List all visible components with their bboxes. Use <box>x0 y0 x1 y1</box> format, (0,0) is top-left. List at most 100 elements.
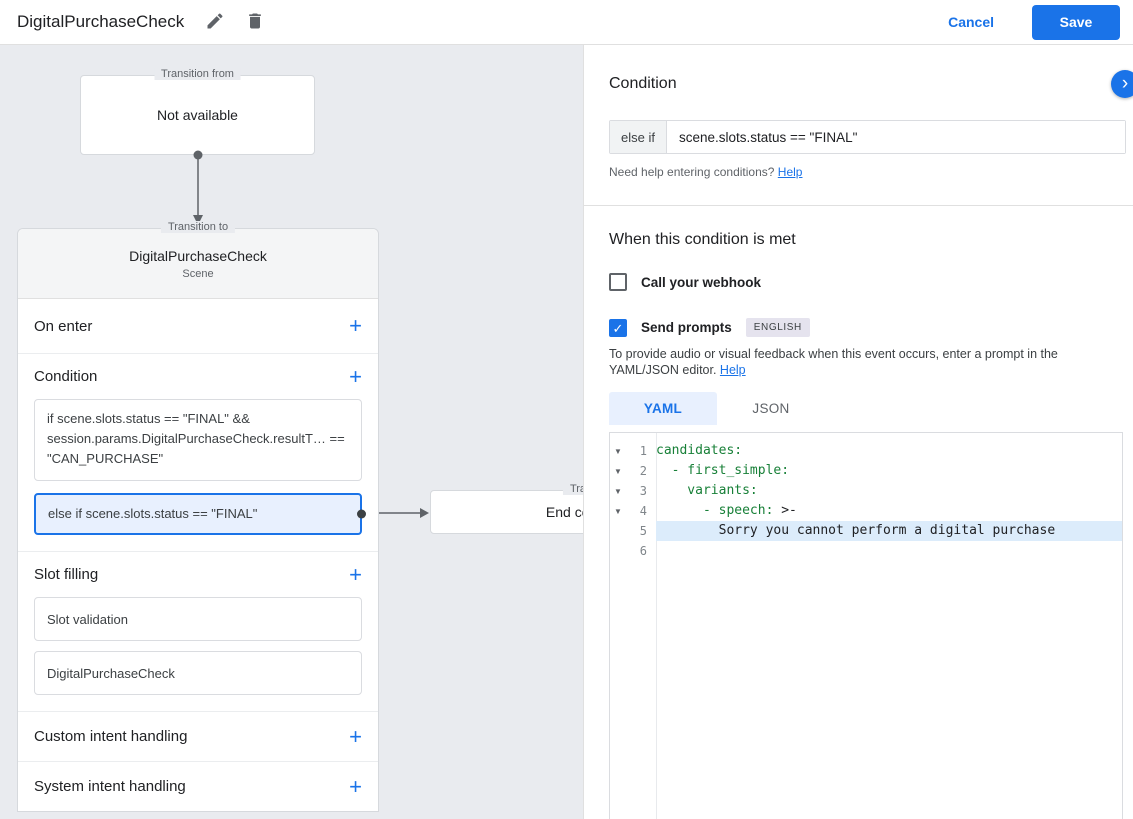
line-number: 2 <box>639 464 647 478</box>
webhook-row: Call your webhook <box>609 273 761 291</box>
slot-item-validation-text: Slot validation <box>47 611 128 627</box>
gutter-3: ▼ 3 <box>610 481 656 501</box>
node-transition-from-badge: Transition from <box>154 68 241 80</box>
slot-item-digitalpurchasecheck-text: DigitalPurchaseCheck <box>47 665 175 681</box>
scene-subtitle: Scene <box>182 267 214 280</box>
gutter-5: 5 <box>610 521 656 541</box>
condition-prefix-chip: else if <box>610 121 667 153</box>
scene-header: Transition to DigitalPurchaseCheck Scene <box>18 221 378 299</box>
node-end-conversation[interactable]: Transition to End conversation <box>430 483 583 534</box>
scene-transition-badge: Transition to <box>160 221 236 233</box>
page-title: DigitalPurchaseCheck <box>17 12 185 31</box>
condition-detail-panel: Condition › else if Need help entering c… <box>583 45 1133 819</box>
prompts-hint-help-link[interactable]: Help <box>720 363 746 377</box>
scene-title: DigitalPurchaseCheck <box>129 247 267 264</box>
code-text-2[interactable]: - first_simple: <box>656 461 1122 481</box>
section-on-enter[interactable]: On enter + <box>18 299 378 353</box>
send-prompts-label: Send prompts <box>641 320 732 335</box>
check-icon: ✓ <box>612 320 624 336</box>
node-end-title: End conversation <box>545 504 583 520</box>
condition-expression-input[interactable] <box>666 121 1125 153</box>
slot-filling-label: Slot filling <box>34 566 99 583</box>
condition-expression-row: else if <box>609 120 1126 154</box>
connector-port-dot[interactable] <box>357 509 366 519</box>
code-line-2: ▼ 2 - first_simple: <box>610 461 1122 481</box>
yaml-code-editor: ▼ 1 candidates: ▼ 2 - first_simple: ▼ 3 … <box>609 432 1123 819</box>
slot-item-validation[interactable]: Slot validation <box>34 597 362 641</box>
gutter-1: ▼ 1 <box>610 441 656 461</box>
gutter-2: ▼ 2 <box>610 461 656 481</box>
chevron-right-icon: › <box>1121 73 1129 94</box>
scene-card: Transition to DigitalPurchaseCheck Scene… <box>17 221 379 812</box>
add-custom-intent-button[interactable]: + <box>349 725 362 748</box>
condition-help-text: Need help entering conditions? <box>609 165 778 179</box>
node-transition-from-value: Not available <box>157 107 238 123</box>
code-line-6: 6 <box>610 541 1122 561</box>
line-number: 1 <box>639 444 647 458</box>
add-on-enter-button[interactable]: + <box>349 315 362 337</box>
condition-label: Condition <box>34 368 98 385</box>
delete-scene-button[interactable] <box>238 5 272 39</box>
code-text-4[interactable]: - speech: >- <box>656 501 1122 521</box>
line-number: 5 <box>639 524 647 538</box>
condition-help-link[interactable]: Help <box>778 165 803 179</box>
gutter-6: 6 <box>610 541 656 561</box>
call-webhook-label: Call your webhook <box>641 274 762 290</box>
code-line-3: ▼ 3 variants: <box>610 481 1122 501</box>
trash-icon <box>245 11 265 34</box>
call-webhook-checkbox[interactable] <box>609 273 627 291</box>
prompts-hint-text: To provide audio or visual feedback when… <box>609 347 1058 377</box>
code-line-1: ▼ 1 candidates: <box>610 441 1122 461</box>
fold-icon[interactable]: ▼ <box>610 487 626 496</box>
line-number: 4 <box>639 504 647 518</box>
condition-item-2-text: else if scene.slots.status == "FINAL" <box>48 506 258 521</box>
code-text-3[interactable]: variants: <box>656 481 1122 501</box>
code-text-5-highlighted[interactable]: Sorry you cannot perform a digital purch… <box>656 521 1122 541</box>
condition-item-1[interactable]: if scene.slots.status == "FINAL" && sess… <box>34 399 362 481</box>
flow-canvas: Transition from Not available Transition… <box>0 45 583 819</box>
section-slot-filling[interactable]: Slot filling + <box>18 551 378 597</box>
system-intent-label: System intent handling <box>34 778 186 795</box>
add-condition-button[interactable]: + <box>349 365 362 388</box>
send-prompts-checkbox[interactable]: ✓ <box>609 318 627 337</box>
on-enter-label: On enter <box>34 317 93 335</box>
section-condition[interactable]: Condition + <box>18 353 378 399</box>
slot-item-digitalpurchasecheck[interactable]: DigitalPurchaseCheck <box>34 651 362 695</box>
section-system-intent[interactable]: System intent handling + <box>18 761 378 811</box>
add-slot-button[interactable]: + <box>349 563 362 586</box>
node-transition-from: Transition from Not available <box>80 68 315 155</box>
add-system-intent-button[interactable]: + <box>349 775 362 798</box>
condition-item-1-text: if scene.slots.status == "FINAL" && sess… <box>47 411 345 466</box>
send-prompts-row: ✓ Send prompts ENGLISH <box>609 318 810 337</box>
edit-title-button[interactable] <box>198 5 232 39</box>
condition-list: if scene.slots.status == "FINAL" && sess… <box>18 399 378 551</box>
editor-tabs: YAML JSON <box>609 392 825 425</box>
topbar: DigitalPurchaseCheck Cancel Save <box>0 0 1133 45</box>
panel-title: Condition <box>609 75 677 92</box>
line-number: 3 <box>639 484 647 498</box>
condition-item-2-selected[interactable]: else if scene.slots.status == "FINAL" <box>34 493 366 535</box>
tab-json[interactable]: JSON <box>717 392 825 425</box>
code-text-6[interactable] <box>656 541 1122 561</box>
code-line-4: ▼ 4 - speech: >- <box>610 501 1122 521</box>
slot-list: Slot validation DigitalPurchaseCheck <box>18 597 378 711</box>
tab-yaml[interactable]: YAML <box>609 392 717 425</box>
language-badge: ENGLISH <box>745 318 810 337</box>
line-number: 6 <box>639 544 647 558</box>
fold-icon[interactable]: ▼ <box>610 507 626 516</box>
pencil-icon <box>205 11 225 34</box>
save-button[interactable]: Save <box>1032 4 1120 40</box>
code-line-5: 5 Sorry you cannot perform a digital pur… <box>610 521 1122 541</box>
cancel-button[interactable]: Cancel <box>948 14 994 30</box>
node-end-badge: Transition to <box>562 483 583 495</box>
custom-intent-label: Custom intent handling <box>34 728 188 745</box>
gutter-4: ▼ 4 <box>610 501 656 521</box>
fold-icon[interactable]: ▼ <box>610 447 626 456</box>
section-custom-intent[interactable]: Custom intent handling + <box>18 711 378 761</box>
panel-divider <box>584 205 1133 206</box>
condition-met-title: When this condition is met <box>609 231 796 248</box>
code-text-1[interactable]: candidates: <box>656 441 1122 461</box>
fold-icon[interactable]: ▼ <box>610 467 626 476</box>
collapse-panel-button[interactable]: › <box>1111 70 1133 98</box>
condition-help-line: Need help entering conditions? Help <box>609 165 802 179</box>
